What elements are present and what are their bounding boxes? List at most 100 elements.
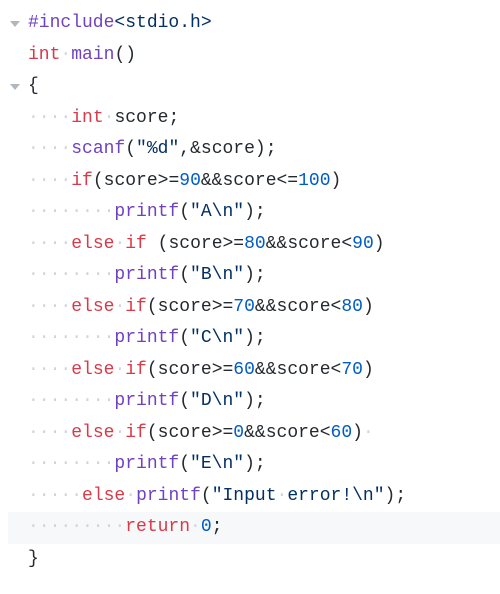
- identifier: score: [114, 108, 168, 128]
- code-line: ········printf("A\n");: [8, 197, 500, 229]
- paren: (: [125, 139, 136, 159]
- semicolon: ;: [255, 328, 266, 348]
- semicolon: ;: [395, 486, 406, 506]
- fold-toggle-icon[interactable]: [10, 21, 20, 27]
- keyword-else: else: [71, 423, 114, 443]
- space: [147, 234, 158, 254]
- header-path: <stdio.h>: [114, 13, 211, 33]
- identifier: score: [158, 297, 212, 317]
- function-call: printf: [114, 391, 179, 411]
- whitespace-dot: ·: [71, 486, 82, 506]
- keyword-else: else: [82, 486, 125, 506]
- whitespace-dots: ····: [28, 423, 71, 443]
- paren: ): [331, 171, 342, 191]
- operator: <: [341, 234, 352, 254]
- code-line: ········printf("E\n");: [8, 449, 500, 481]
- string-literal: "D\n": [190, 391, 244, 411]
- code-line: ········printf("C\n");: [8, 323, 500, 355]
- whitespace-dots: ····: [28, 139, 71, 159]
- code-line: }: [8, 544, 500, 576]
- identifier: score: [277, 297, 331, 317]
- keyword-if: if: [125, 297, 147, 317]
- string-literal: "Input: [212, 486, 277, 506]
- number-literal: 0: [233, 423, 244, 443]
- whitespace-dot: ·: [363, 423, 374, 443]
- paren: ): [385, 486, 396, 506]
- operator: &&: [255, 297, 277, 317]
- function-call: printf: [114, 265, 179, 285]
- paren: ): [244, 202, 255, 222]
- semicolon: ;: [255, 202, 266, 222]
- number-literal: 80: [341, 297, 363, 317]
- paren: ): [255, 139, 266, 159]
- operator: >=: [212, 423, 234, 443]
- paren: (: [201, 486, 212, 506]
- whitespace-dot: ·: [190, 517, 201, 537]
- operator: &&: [244, 423, 266, 443]
- paren: ): [363, 297, 374, 317]
- number-literal: 90: [179, 171, 201, 191]
- code-line: int·main(): [8, 40, 500, 72]
- number-literal: 60: [233, 360, 255, 380]
- semicolon: ;: [168, 108, 179, 128]
- operator: >=: [212, 360, 234, 380]
- whitespace-dots: ····: [28, 360, 71, 380]
- identifier: score: [104, 171, 158, 191]
- number-literal: 60: [331, 423, 353, 443]
- string-literal: "E\n": [190, 454, 244, 474]
- whitespace-dot: ·: [114, 297, 125, 317]
- comma: ,: [179, 139, 190, 159]
- operator: >=: [223, 234, 245, 254]
- identifier: score: [277, 360, 331, 380]
- code-line: ········printf("B\n");: [8, 260, 500, 292]
- paren: ): [244, 328, 255, 348]
- paren: (: [147, 360, 158, 380]
- keyword-else: else: [71, 297, 114, 317]
- identifier: score: [158, 360, 212, 380]
- paren: (: [158, 234, 169, 254]
- code-line: ····scanf("%d",&score);: [8, 134, 500, 166]
- code-editor: #include<stdio.h> int·main() { ····int·s…: [8, 8, 500, 575]
- code-line: ····if(score>=90&&score<=100): [8, 166, 500, 198]
- function-call: printf: [114, 328, 179, 348]
- operator: <: [331, 360, 342, 380]
- string-literal: "%d": [136, 139, 179, 159]
- paren: (: [179, 328, 190, 348]
- code-line: {: [8, 71, 500, 103]
- identifier: score: [287, 234, 341, 254]
- function-name: main: [71, 45, 114, 65]
- paren: ): [352, 423, 363, 443]
- operator: &&: [201, 171, 223, 191]
- operator: &: [190, 139, 201, 159]
- number-literal: 90: [352, 234, 374, 254]
- function-call: scanf: [71, 139, 125, 159]
- type-keyword: int: [71, 108, 103, 128]
- operator: <: [320, 423, 331, 443]
- paren: ): [244, 265, 255, 285]
- paren: (: [179, 454, 190, 474]
- identifier: score: [158, 423, 212, 443]
- brace: {: [28, 76, 39, 96]
- code-line-highlighted: ·········return·0;: [8, 512, 500, 544]
- whitespace-dots: ····: [28, 297, 71, 317]
- paren: (: [179, 391, 190, 411]
- code-line: ····else·if(score>=60&&score<70): [8, 355, 500, 387]
- fold-toggle-icon[interactable]: [10, 84, 20, 90]
- identifier: score: [168, 234, 222, 254]
- identifier: score: [201, 139, 255, 159]
- paren: (: [114, 45, 125, 65]
- code-line: ·····else·printf("Input·error!\n");: [8, 481, 500, 513]
- operator: <: [331, 297, 342, 317]
- identifier: score: [266, 423, 320, 443]
- function-call: printf: [136, 486, 201, 506]
- function-call: printf: [114, 454, 179, 474]
- keyword-if: if: [125, 360, 147, 380]
- keyword-if: if: [125, 423, 147, 443]
- keyword-else: else: [71, 360, 114, 380]
- semicolon: ;: [266, 139, 277, 159]
- whitespace-dots: ····: [28, 171, 71, 191]
- operator: &&: [255, 360, 277, 380]
- string-literal: error!\n": [287, 486, 384, 506]
- whitespace-dot: ·: [277, 486, 288, 506]
- whitespace-dot: ·: [114, 360, 125, 380]
